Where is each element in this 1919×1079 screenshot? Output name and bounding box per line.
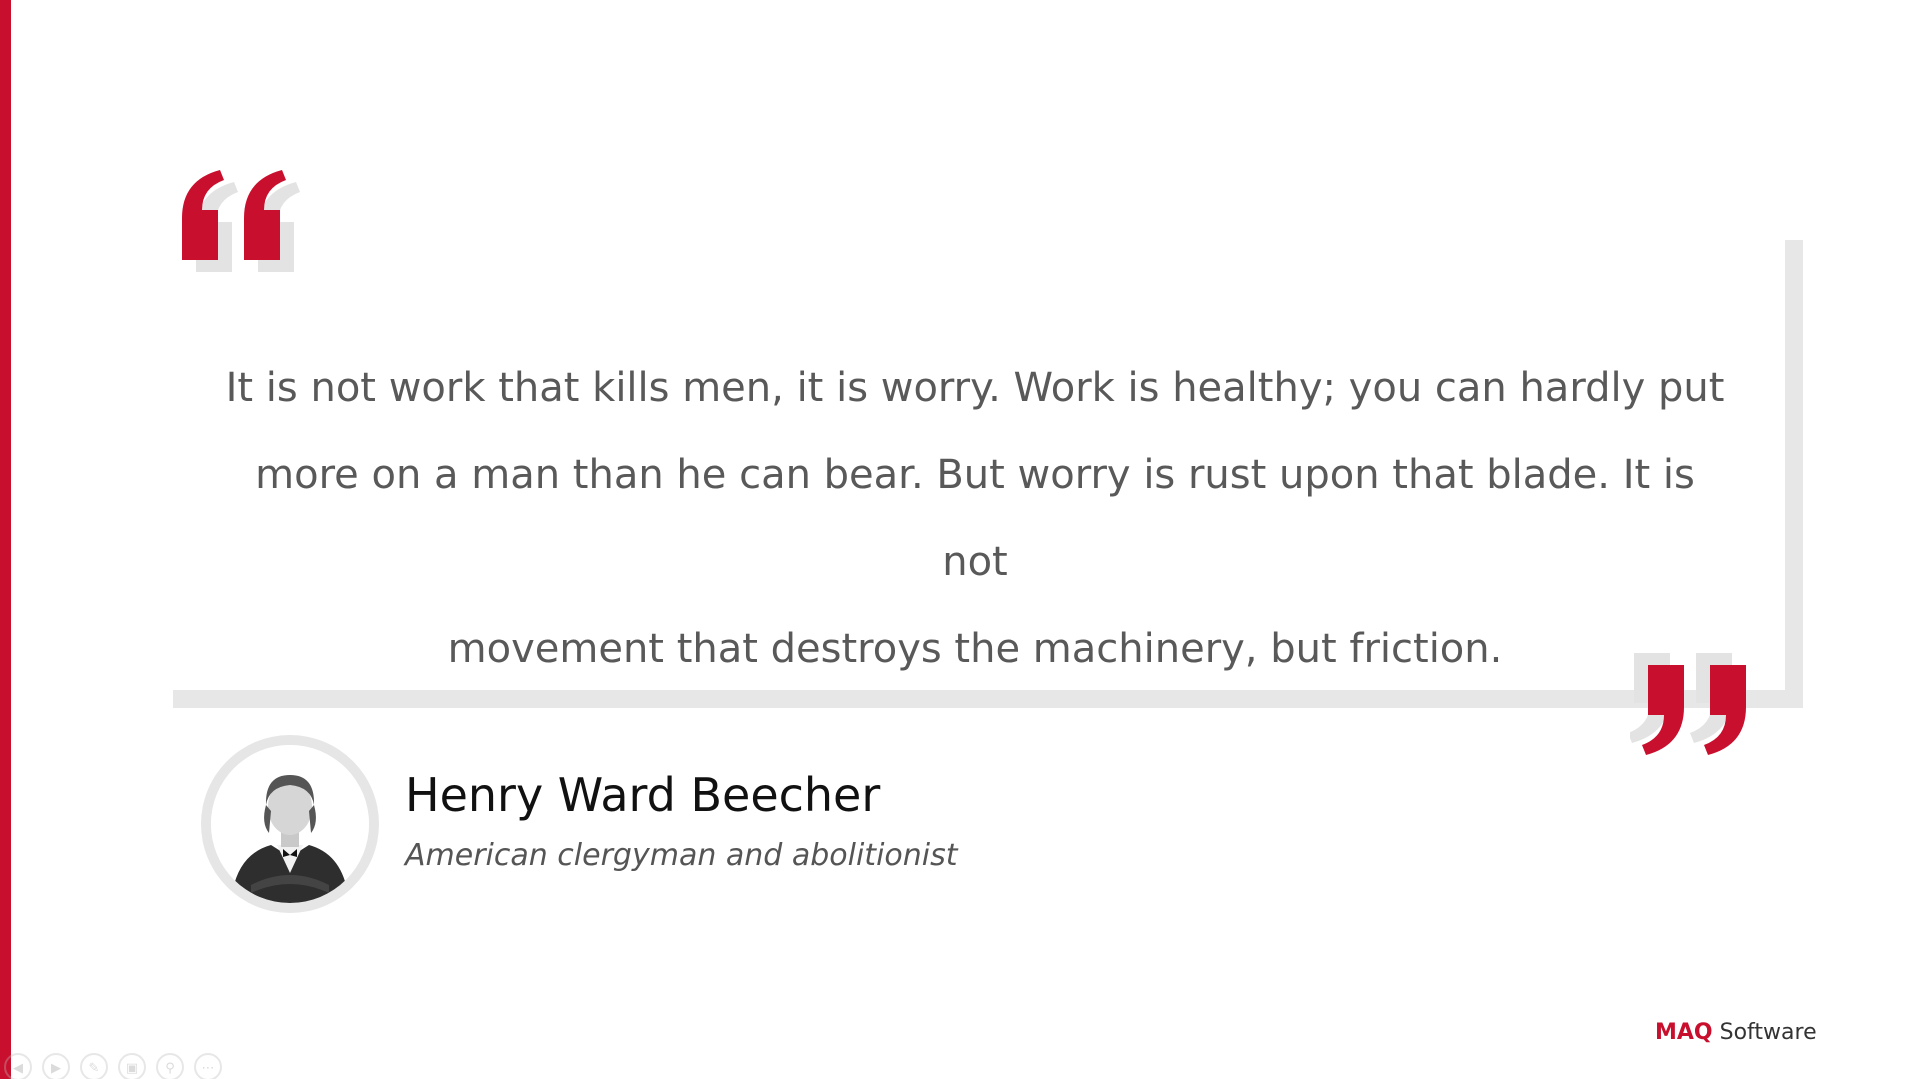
pen-icon[interactable]: ✎	[80, 1053, 108, 1079]
logo-word: Software	[1712, 1020, 1817, 1045]
avatar	[211, 745, 369, 903]
accent-bar	[0, 0, 11, 1079]
open-quote-icon	[182, 170, 300, 272]
quote-line: It is not work that kills men, it is wor…	[225, 365, 1725, 411]
more-icon[interactable]: ⋯	[194, 1053, 222, 1079]
quote-frame-right	[1785, 240, 1803, 708]
author-name: Henry Ward Beecher	[405, 768, 881, 822]
next-icon[interactable]: ▶	[42, 1053, 70, 1079]
quote-line: more on a man than he can bear. But worr…	[255, 452, 1695, 585]
author-title: American clergyman and abolitionist	[405, 838, 958, 873]
portrait-image	[211, 745, 369, 903]
close-quote-icon	[1630, 653, 1746, 755]
logo-mark: MAQ	[1655, 1020, 1713, 1045]
zoom-icon[interactable]: ⚲	[156, 1053, 184, 1079]
slideshow-controls: ◀ ▶ ✎ ▣ ⚲ ⋯	[4, 1053, 222, 1079]
quote-line: movement that destroys the machinery, bu…	[447, 626, 1503, 672]
previous-icon[interactable]: ◀	[4, 1053, 32, 1079]
slides-icon[interactable]: ▣	[118, 1053, 146, 1079]
quote-text: It is not work that kills men, it is wor…	[225, 345, 1725, 693]
slide: It is not work that kills men, it is wor…	[0, 0, 1919, 1079]
maq-software-logo: MAQ Software	[1655, 1020, 1817, 1045]
